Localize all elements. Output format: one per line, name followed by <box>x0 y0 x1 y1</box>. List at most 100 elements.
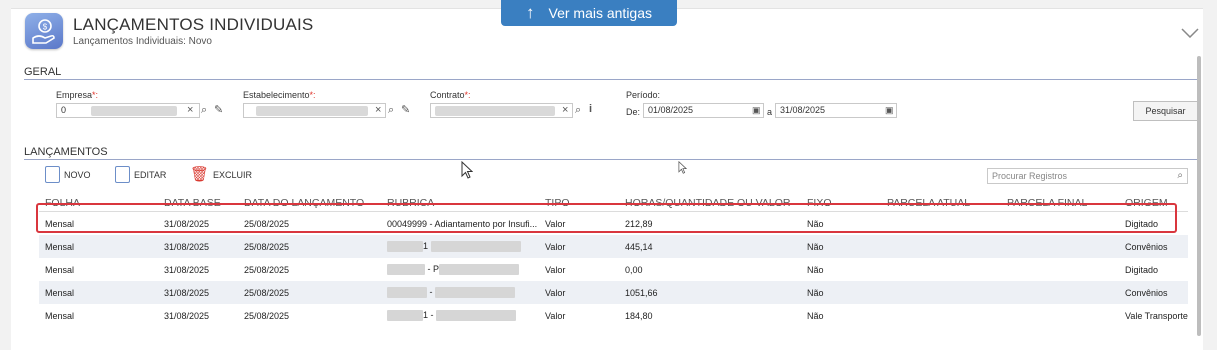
cell-valor: 184,80 <box>625 310 653 321</box>
see-older-button[interactable]: ↑ Ver mais antigas <box>501 0 677 26</box>
empresa-field[interactable]: 0 × <box>56 103 200 118</box>
search-icon[interactable]: ⌕ <box>388 104 394 117</box>
redacted-value <box>439 264 520 276</box>
table-row[interactable]: Mensal 31/08/2025 25/08/2025 1 Valor 445… <box>39 235 1188 258</box>
cell-tipo: Valor <box>539 235 619 258</box>
cell-origem: Digitado <box>1125 264 1159 275</box>
new-button[interactable]: NOVO <box>45 166 91 183</box>
search-button[interactable]: Pesquisar <box>1133 101 1198 121</box>
redacted-value <box>387 310 423 322</box>
info-icon[interactable]: i <box>589 103 592 116</box>
de-label: De: <box>626 107 641 117</box>
contrato-field[interactable]: × <box>430 103 573 118</box>
search-icon[interactable]: ⌕ <box>575 104 581 117</box>
contrato-label: Contrato*: <box>430 90 471 100</box>
empresa-label: Empresa*: <box>56 90 99 100</box>
redacted-value <box>387 287 427 299</box>
records-search-input[interactable]: Procurar Registros ⌕ <box>987 168 1188 184</box>
cell-fixo: Não <box>801 235 881 258</box>
redacted-value <box>256 106 368 116</box>
edit-document-icon <box>115 166 130 183</box>
cell-data-lancamento: 25/08/2025 <box>244 264 290 275</box>
edit-icon[interactable]: ✎ <box>401 104 410 117</box>
cell-rubrica: 1 - <box>381 304 539 327</box>
clear-icon[interactable]: × <box>375 104 381 117</box>
cell-parcela-atual <box>881 235 1001 258</box>
redacted-value <box>436 310 517 322</box>
hand-money-icon: $ <box>25 13 63 49</box>
see-older-label: Ver mais antigas <box>548 5 653 21</box>
cell-fixo: Não <box>801 281 881 304</box>
table-row[interactable]: Mensal 31/08/2025 25/08/2025 - Valor 105… <box>39 281 1188 304</box>
vertical-scrollbar[interactable] <box>1197 56 1201 336</box>
cell-tipo: Valor <box>539 281 619 304</box>
cell-parcela-final <box>1001 258 1119 281</box>
arrow-up-icon: ↑ <box>526 3 535 22</box>
cell-folha: Mensal <box>39 235 158 258</box>
edit-label: EDITAR <box>134 169 167 180</box>
delete-button[interactable]: 🗑 EXCLUIR <box>190 166 252 183</box>
cell-origem: Vale Transporte <box>1125 310 1188 321</box>
page-subtitle: Lançamentos Individuais: Novo <box>73 36 212 47</box>
calendar-icon[interactable]: ▣ <box>752 104 761 117</box>
mouse-cursor-icon <box>678 160 688 177</box>
section-divider <box>24 79 1198 80</box>
cell-data-base: 31/08/2025 <box>158 281 238 304</box>
cell-parcela-final <box>1001 281 1119 304</box>
cell-folha: Mensal <box>45 264 75 275</box>
cell-fixo: Não <box>807 310 824 321</box>
row-highlight-box <box>36 203 1177 233</box>
cell-parcela-final <box>1001 304 1119 327</box>
date-to-field[interactable]: 31/08/2025 ▣ <box>775 103 897 118</box>
chevron-down-icon[interactable] <box>1181 25 1199 43</box>
page-title: LANÇAMENTOS INDIVIDUAIS <box>73 15 314 34</box>
cell-data-lancamento: 25/08/2025 <box>238 281 381 304</box>
search-icon[interactable]: ⌕ <box>201 104 207 117</box>
estabelecimento-label: Estabelecimento*: <box>243 90 316 100</box>
cell-rubrica: - P <box>381 258 539 281</box>
section-geral-title: GERAL <box>24 66 62 78</box>
edit-icon[interactable]: ✎ <box>214 104 223 117</box>
a-label: a <box>767 107 773 117</box>
cell-origem: Convênios <box>1119 281 1188 304</box>
clear-icon[interactable]: × <box>187 104 193 117</box>
delete-label: EXCLUIR <box>213 169 253 180</box>
cell-origem: Convênios <box>1119 235 1188 258</box>
cell-tipo: Valor <box>545 310 566 321</box>
svg-text:$: $ <box>43 23 48 32</box>
date-to-value: 31/08/2025 <box>780 105 826 115</box>
search-icon[interactable]: ⌕ <box>1177 169 1183 183</box>
cell-parcela-atual <box>881 304 1001 327</box>
redacted-value <box>435 106 555 116</box>
cell-data-base: 31/08/2025 <box>158 235 238 258</box>
redacted-value <box>435 287 516 299</box>
edit-button[interactable]: EDITAR <box>115 166 166 183</box>
cell-valor: 0,00 <box>625 264 643 275</box>
estabelecimento-field[interactable]: × <box>243 103 386 118</box>
cell-parcela-atual <box>881 281 1001 304</box>
cell-data-base: 31/08/2025 <box>164 264 210 275</box>
redacted-value <box>387 241 423 253</box>
periodo-label: Período: <box>626 90 661 100</box>
new-label: NOVO <box>64 169 91 180</box>
cell-tipo: Valor <box>545 264 566 275</box>
clear-icon[interactable]: × <box>562 104 568 117</box>
cell-data-lancamento: 25/08/2025 <box>244 310 290 321</box>
new-document-icon <box>45 166 60 183</box>
rubrica-text: 1 - <box>423 309 434 320</box>
rubrica-text: 1 <box>423 240 429 251</box>
cell-valor: 445,14 <box>619 235 801 258</box>
table-row[interactable]: Mensal 31/08/2025 25/08/2025 - P Valor 0… <box>39 258 1188 281</box>
calendar-icon[interactable]: ▣ <box>885 104 894 117</box>
trash-icon: 🗑 <box>190 166 210 183</box>
date-from-field[interactable]: 01/08/2025 ▣ <box>643 103 764 118</box>
cell-valor: 1051,66 <box>619 281 801 304</box>
cell-folha: Mensal <box>45 310 75 321</box>
rubrica-text: - <box>429 286 433 297</box>
cell-data-lancamento: 25/08/2025 <box>238 235 381 258</box>
redacted-value <box>91 106 177 116</box>
redacted-value <box>430 241 521 253</box>
table-row[interactable]: Mensal 31/08/2025 25/08/2025 1 - Valor 1… <box>39 304 1188 327</box>
section-lancamentos-title: LANÇAMENTOS <box>24 146 108 158</box>
cell-parcela-atual <box>881 258 1001 281</box>
